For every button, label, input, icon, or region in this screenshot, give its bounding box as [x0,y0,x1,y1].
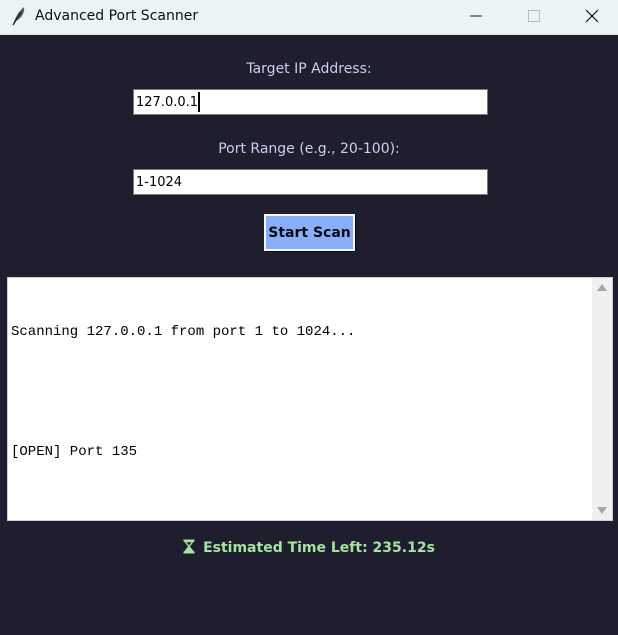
scan-output-area[interactable]: Scanning 127.0.0.1 from port 1 to 1024..… [7,277,613,521]
maximize-icon [528,10,540,22]
start-scan-button[interactable]: Start Scan [264,214,355,251]
scroll-up-arrow-icon[interactable] [597,284,607,291]
maximize-button[interactable] [505,0,563,32]
scan-output-text: Scanning 127.0.0.1 from port 1 to 1024..… [11,282,586,502]
port-range-label: Port Range (e.g., 20-100): [218,141,400,157]
minimize-button[interactable] [447,0,505,32]
feather-icon [9,6,27,26]
hourglass-icon [183,539,195,558]
close-button[interactable] [563,0,618,32]
port-range-input[interactable] [133,169,488,195]
ip-input[interactable] [133,89,488,115]
close-icon [585,9,599,23]
estimated-time-text: Estimated Time Left: 235.12s [203,540,435,556]
ip-label: Target IP Address: [246,61,372,77]
title-bar[interactable]: Advanced Port Scanner [0,0,618,35]
text-caret [198,92,200,112]
minimize-icon [470,15,482,17]
scroll-down-arrow-icon[interactable] [597,507,607,514]
window-title: Advanced Port Scanner [35,8,199,24]
status-bar: Estimated Time Left: 235.12s [0,539,618,558]
vertical-scrollbar[interactable] [592,278,612,520]
log-line: Scanning 127.0.0.1 from port 1 to 1024..… [11,324,356,340]
log-line: [OPEN] Port 135 [11,444,138,460]
app-window: Advanced Port Scanner Target IP Address:… [0,0,618,635]
